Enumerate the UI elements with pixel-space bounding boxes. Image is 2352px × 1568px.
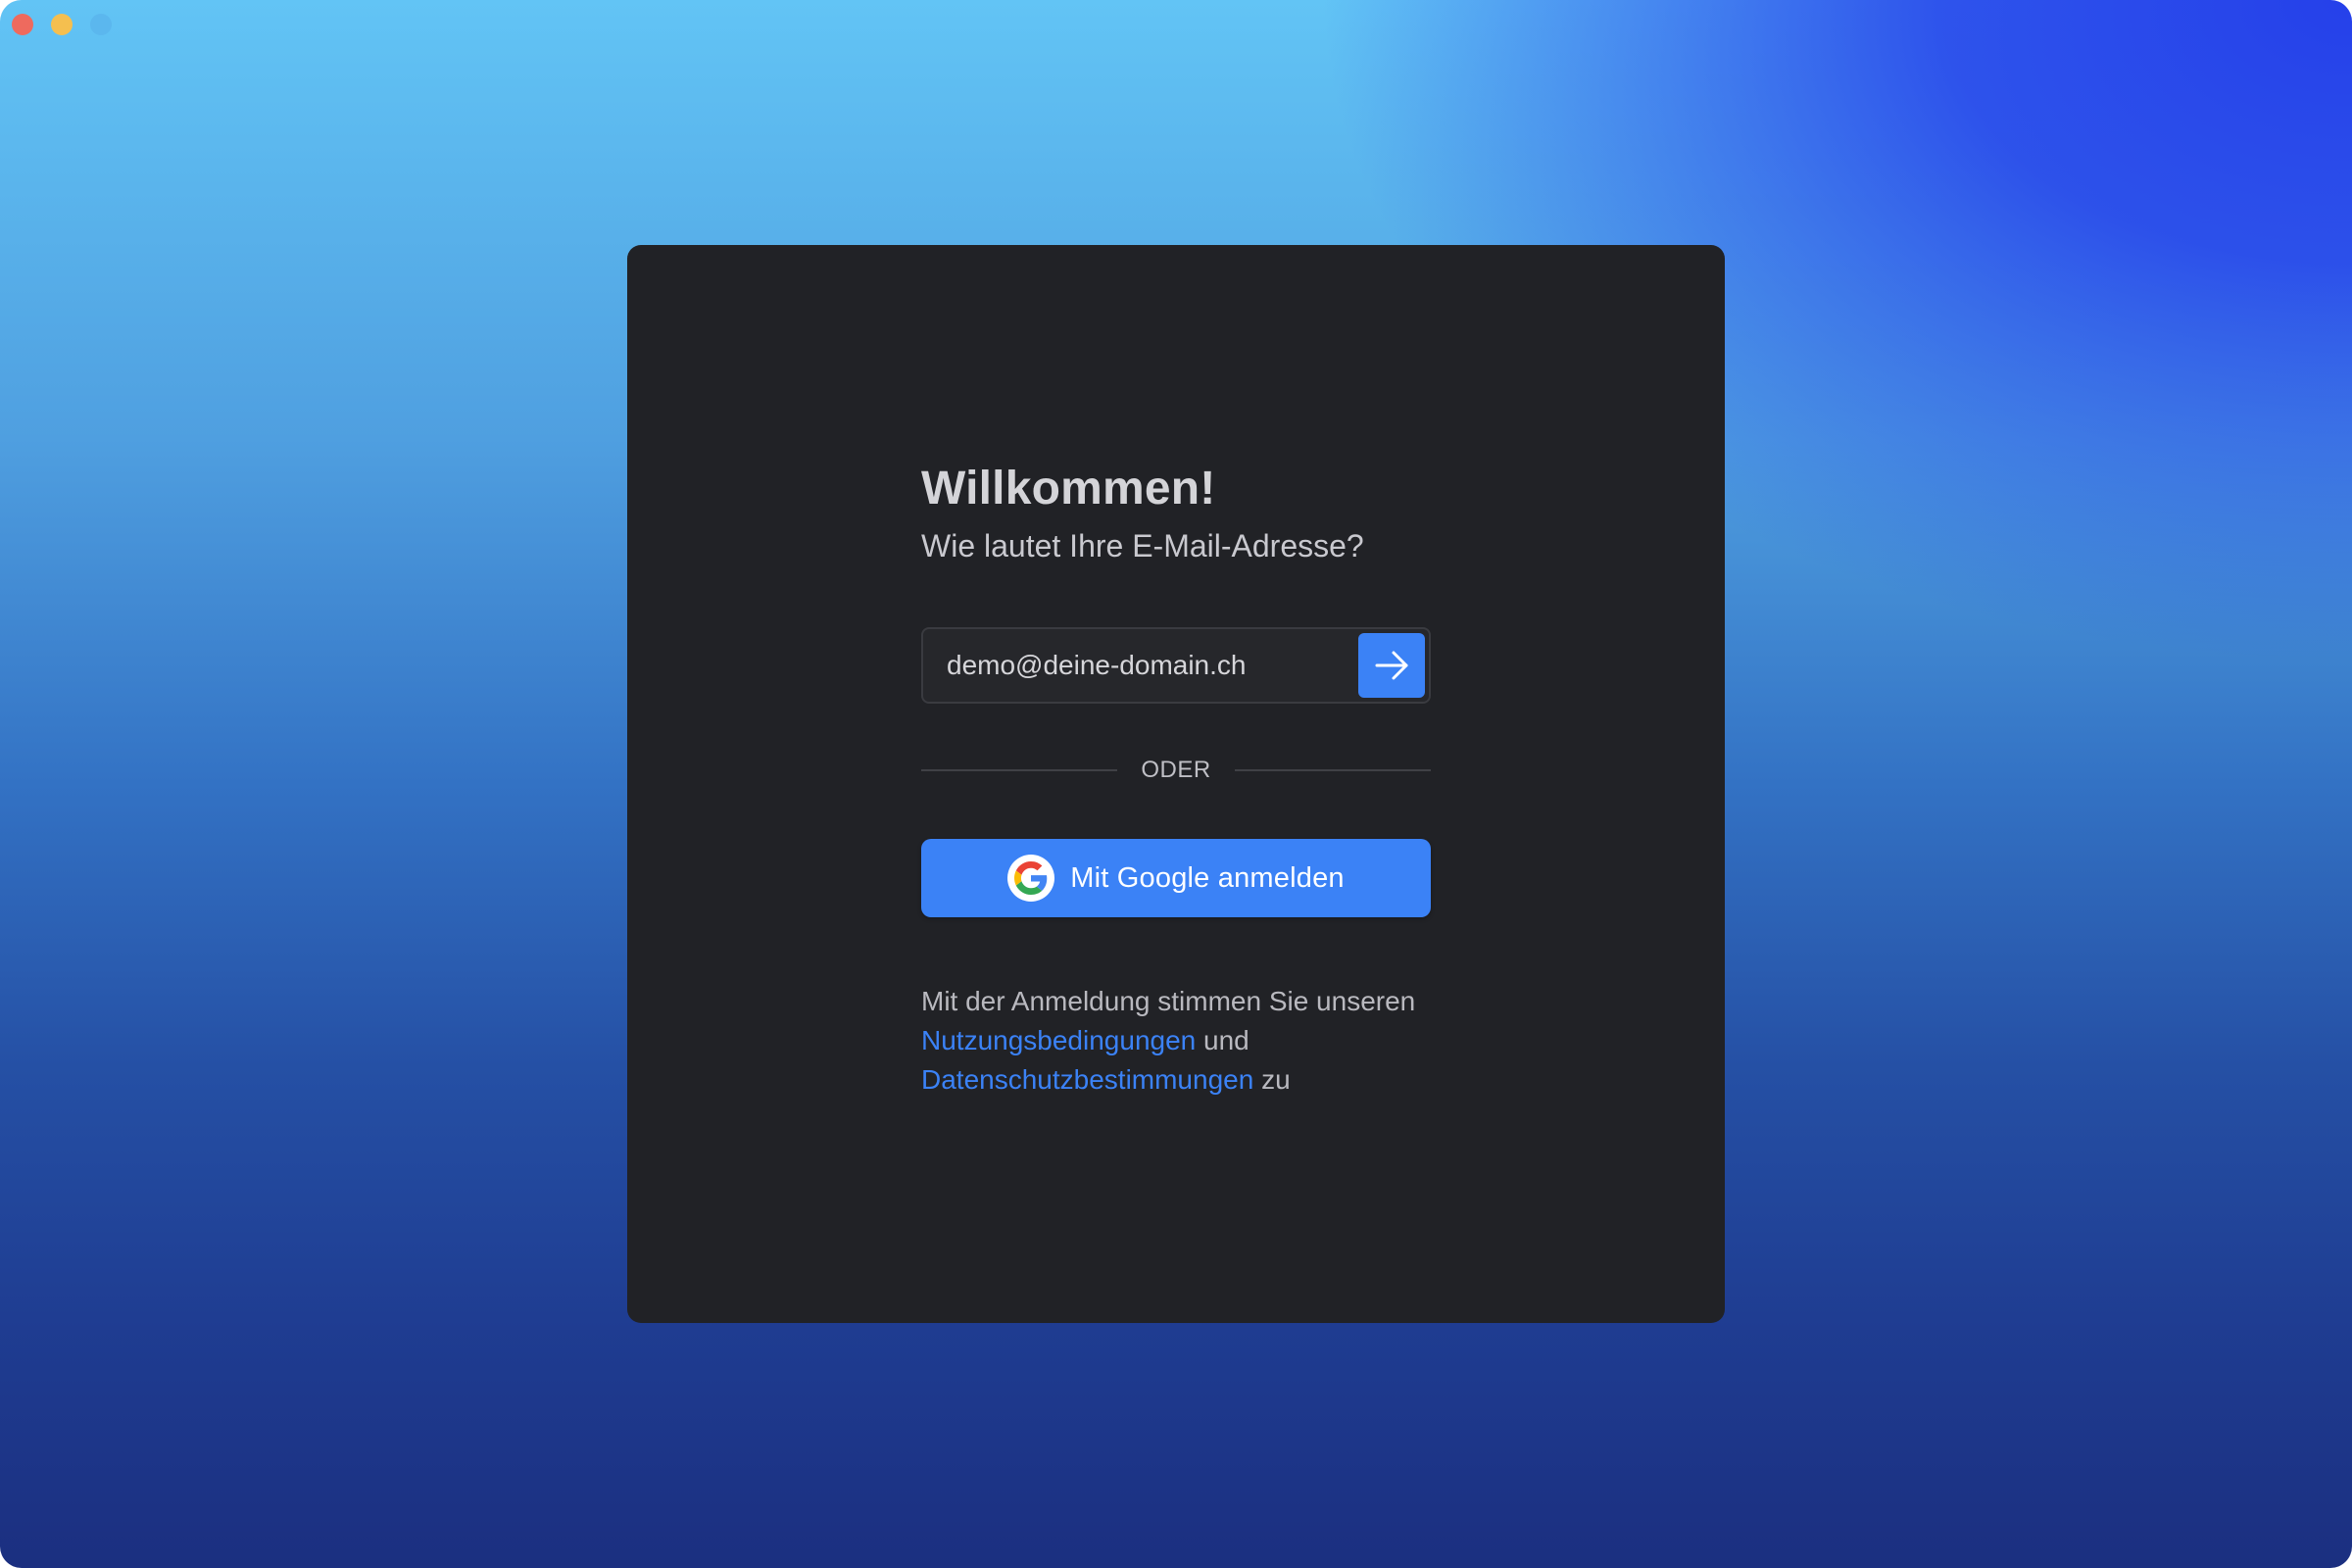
terms-of-use-link[interactable]: Nutzungsbedingungen — [921, 1025, 1196, 1055]
google-signin-label: Mit Google anmelden — [1070, 861, 1345, 894]
terms-prefix: Mit der Anmeldung stimmen Sie unseren — [921, 986, 1416, 1016]
email-field[interactable] — [947, 629, 1339, 702]
login-card: Willkommen! Wie lautet Ihre E-Mail-Adres… — [627, 245, 1725, 1323]
window-minimize-button[interactable] — [51, 14, 73, 35]
window-controls — [12, 14, 112, 35]
terms-notice: Mit der Anmeldung stimmen Sie unseren Nu… — [921, 982, 1431, 1100]
google-logo-graphic — [1014, 861, 1048, 895]
page-subtitle: Wie lautet Ihre E-Mail-Adresse? — [921, 528, 1364, 564]
google-icon — [1007, 855, 1055, 902]
window-close-button[interactable] — [12, 14, 33, 35]
app-window: Willkommen! Wie lautet Ihre E-Mail-Adres… — [0, 0, 2352, 1568]
divider-line-right — [1234, 769, 1431, 771]
email-form — [921, 627, 1431, 704]
terms-suffix: zu — [1261, 1064, 1291, 1095]
google-signin-button[interactable]: Mit Google anmelden — [921, 839, 1431, 917]
or-divider: ODER — [921, 757, 1431, 784]
email-submit-button[interactable] — [1358, 633, 1425, 698]
window-zoom-button[interactable] — [90, 14, 112, 35]
login-content: Willkommen! Wie lautet Ihre E-Mail-Adres… — [921, 461, 1431, 1100]
privacy-policy-link[interactable]: Datenschutzbestimmungen — [921, 1064, 1253, 1095]
terms-conjunction: und — [1203, 1025, 1250, 1055]
divider-label: ODER — [1141, 757, 1211, 783]
divider-line-left — [921, 769, 1118, 771]
arrow-right-icon — [1375, 651, 1408, 680]
page-title: Willkommen! — [921, 463, 1216, 514]
